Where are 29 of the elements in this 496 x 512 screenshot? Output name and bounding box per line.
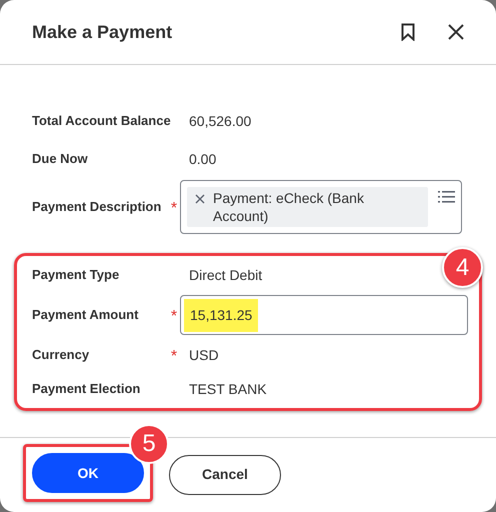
field-value: Direct Debit (188, 266, 262, 284)
chip-label: Payment: eCheck (Bank Account) (213, 189, 365, 226)
cancel-button[interactable]: Cancel (169, 454, 281, 494)
field-label: Payment Description (32, 198, 162, 216)
field-label: Payment Amount (32, 306, 140, 324)
field-label: Due Now (32, 150, 89, 168)
field-value: 60,526.00 (188, 112, 252, 130)
required-mark: * (170, 309, 178, 325)
required-mark: * (170, 349, 178, 365)
field-value: TEST BANK (188, 380, 267, 398)
bookmark-icon[interactable] (401, 23, 415, 41)
remove-icon[interactable] (195, 194, 205, 204)
field-label: Total Account Balance (32, 112, 168, 130)
field-value: USD (188, 346, 219, 364)
step-badge: 5 (129, 424, 169, 464)
field-label: Currency (32, 346, 90, 364)
selected-chip[interactable]: Payment: eCheck (Bank Account) (187, 187, 428, 227)
field-label: Payment Type (32, 266, 120, 284)
dialog-title: Make a Payment (32, 20, 174, 44)
step-badge: 4 (442, 247, 483, 288)
input-value: 15,131.25 (184, 298, 258, 332)
required-mark: * (170, 201, 178, 217)
list-icon[interactable] (438, 190, 455, 204)
field-value: 0.00 (188, 150, 216, 168)
close-icon[interactable] (448, 24, 464, 40)
amount-input[interactable]: 15,131.25 (180, 295, 468, 335)
field-label: Payment Election (32, 380, 142, 398)
selection-field[interactable]: Payment: eCheck (Bank Account) (180, 180, 462, 234)
ok-button[interactable]: OK (32, 453, 144, 493)
